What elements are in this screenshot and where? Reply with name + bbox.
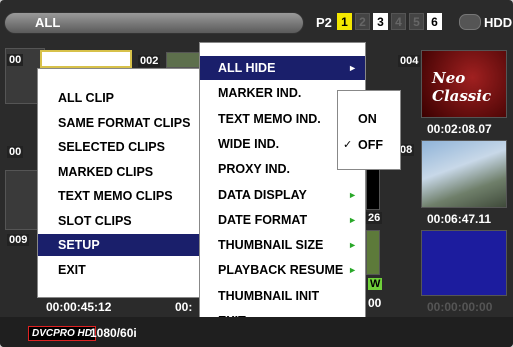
thumbnail-blue[interactable]	[421, 230, 507, 296]
option-menu-item-label: PROXY IND.	[218, 162, 291, 177]
option-menu-item-label: THUMBNAIL SIZE	[218, 238, 324, 253]
timecode: 00	[368, 296, 382, 310]
dvcpro-badge: DVCPRO HD	[28, 326, 97, 341]
option-menu-item-label: MARKER IND.	[218, 86, 302, 101]
clip-menu-item[interactable]: SLOT CLIPS	[38, 210, 216, 232]
option-menu-item[interactable]: DATA DISPLAY ►	[200, 183, 365, 207]
format-label: 1080/60i	[90, 326, 137, 340]
thumbnail-number: 004	[398, 55, 421, 67]
hdd-label: HDD	[484, 15, 513, 30]
submenu-item-label: OFF	[358, 138, 383, 152]
timecode: 00:00:45:12	[46, 300, 112, 314]
chevron-right-icon: ►	[348, 189, 357, 200]
thumbnail-number: 26	[366, 212, 383, 224]
option-menu-item[interactable]: THUMBNAIL SIZE ►	[200, 233, 365, 257]
thumbnail-number: 00	[7, 146, 24, 158]
timecode: 00:02:08.07	[427, 122, 492, 136]
clip-menu: ALL CLIP SAME FORMAT CLIPS SELECTED CLIPS M…	[37, 68, 217, 298]
option-menu-item-label: DATA DISPLAY	[218, 187, 307, 202]
thumbnail-clip[interactable]	[166, 52, 200, 68]
thumbnail-city[interactable]	[421, 140, 507, 208]
bottom-status-bar: DVCPRO HD 1080/60i	[0, 317, 513, 347]
option-menu-item-label: TEXT MEMO IND.	[218, 111, 321, 126]
chevron-right-icon: ►	[348, 63, 357, 73]
option-menu-item[interactable]: THUMBNAIL INIT	[200, 284, 365, 308]
option-menu-item-label: ALL HIDE	[218, 61, 276, 75]
timecode: 00:	[175, 300, 193, 314]
slot-indicator-6: 6	[427, 13, 442, 30]
thumbnail-neo-classic[interactable]: Neo Classic	[421, 50, 507, 118]
media-label: P2	[316, 15, 332, 30]
thumbnail-overlay-text: Neo Classic	[432, 69, 492, 105]
on-off-submenu: ON ✓ OFF	[337, 90, 401, 170]
submenu-item-label: ON	[358, 112, 377, 126]
thumbnail-mid-green[interactable]	[366, 230, 380, 275]
clip-menu-item[interactable]: TEXT MEMO CLIPS	[38, 185, 216, 207]
thumbnail-highlight[interactable]	[40, 50, 132, 68]
check-icon: ✓	[343, 139, 353, 151]
hdd-icon	[459, 14, 481, 30]
clip-menu-item[interactable]: MARKED CLIPS	[38, 161, 216, 183]
option-menu-item-label: THUMBNAIL INIT	[218, 288, 320, 303]
thumbnail-w-badge: W	[368, 278, 383, 290]
slot-indicator-4: 4	[391, 13, 406, 30]
option-menu-item[interactable]: DATE FORMAT ►	[200, 208, 365, 232]
option-menu-item-label: WIDE IND.	[218, 136, 280, 151]
chevron-right-icon: ►	[348, 214, 357, 225]
clip-menu-item[interactable]: SELECTED CLIPS	[38, 136, 216, 158]
thumbnail-left-mid[interactable]	[5, 170, 39, 230]
chevron-right-icon: ►	[348, 240, 357, 251]
slot-indicator-5: 5	[409, 13, 424, 30]
clip-menu-item[interactable]: EXIT	[38, 259, 216, 281]
option-menu-item-label: DATE FORMAT	[218, 212, 308, 227]
option-menu-item-label: PLAYBACK RESUME	[218, 263, 344, 278]
top-status-bar: ALL P2 123456 HDD	[4, 10, 513, 36]
slot-indicator-3: 3	[373, 13, 388, 30]
option-menu: ALL HIDE ► MARKER IND. ► TEXT MEMO IND. ► WIDE…	[199, 42, 366, 340]
thumbnail-number: 009	[7, 234, 30, 246]
thumbnail-number: 002	[138, 55, 161, 67]
mode-pill: ALL	[4, 12, 304, 34]
submenu-item[interactable]: ✓ OFF	[338, 133, 400, 157]
option-menu-item[interactable]: PLAYBACK RESUME ►	[200, 258, 365, 282]
viewfinder-screen: ALL P2 123456 HDD 00 002 004 Neo Classic…	[0, 0, 513, 347]
slot-indicator-1: 1	[337, 13, 352, 30]
timecode: 00:00:00:00	[427, 300, 493, 314]
slot-indicator-2: 2	[355, 13, 370, 30]
option-menu-item[interactable]: ALL HIDE ►	[200, 56, 365, 80]
timecode: 00:06:47.11	[427, 212, 492, 226]
chevron-right-icon: ►	[348, 265, 357, 276]
mode-label: ALL	[35, 15, 61, 30]
clip-menu-item[interactable]: ALL CLIP	[38, 87, 216, 109]
clip-menu-item[interactable]: SETUP	[38, 234, 216, 256]
clip-menu-item[interactable]: SAME FORMAT CLIPS	[38, 112, 216, 134]
thumbnail-number: 00	[7, 54, 24, 66]
submenu-item[interactable]: ON	[338, 107, 400, 131]
